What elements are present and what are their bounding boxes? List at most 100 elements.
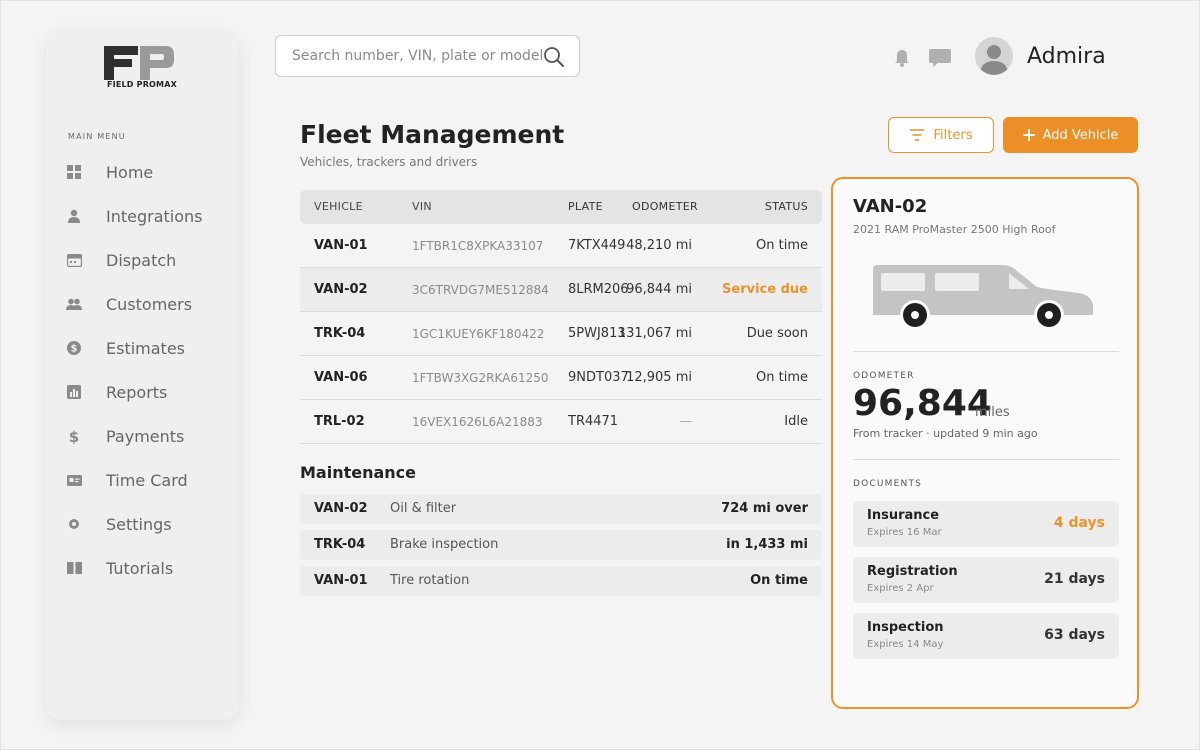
dollar-icon: $ (66, 428, 82, 444)
documents-list: Insurance Expires 16 Mar 4 days Registra… (853, 501, 1119, 669)
cell-vehicle: TRL-02 (314, 414, 365, 429)
table-row[interactable]: VAN-01 1FTBR1C8XPKA33107 7KTX449 48,210 … (300, 224, 822, 268)
column-header-vin[interactable]: VIN (412, 190, 432, 224)
detail-title: VAN-02 (853, 196, 928, 217)
cell-status: Due soon (746, 326, 808, 341)
sidebar-item-label: Tutorials (106, 558, 174, 578)
cell-status: Service due (722, 282, 808, 297)
cell-odometer: 12,905 mi (626, 370, 692, 385)
cell-vehicle: VAN-02 (314, 282, 368, 297)
cell-vehicle: VAN-01 (314, 238, 368, 253)
menu-heading: MAIN MENU (68, 132, 126, 141)
maintenance-title: Maintenance (300, 463, 417, 482)
filters-label: Filters (933, 127, 973, 143)
cell-status: Idle (784, 414, 808, 429)
maintenance-status: in 1,433 mi (726, 537, 808, 552)
sidebar-item-label: Estimates (106, 338, 186, 358)
maintenance-item[interactable]: VAN-02 Oil & filter 724 mi over (300, 494, 822, 524)
filters-button[interactable]: Filters (888, 117, 994, 153)
sidebar-item-label: Dispatch (106, 250, 177, 270)
table-row-selected[interactable]: VAN-02 3C6TRVDG7ME512884 8LRM206 96,844 … (300, 268, 822, 312)
search-bar (275, 35, 580, 77)
van-illustration (873, 265, 1093, 330)
search-icon[interactable] (543, 46, 565, 68)
cell-vin: 1GC1KUEY6KF180422 (412, 327, 545, 341)
cell-odometer: — (679, 414, 692, 429)
top-icons (894, 48, 952, 68)
user-icon (66, 208, 82, 224)
sidebar-item-payments[interactable]: $ Payments (46, 414, 238, 458)
sidebar-item-label: Settings (106, 514, 172, 534)
cell-vin: 1FTBR1C8XPKA33107 (412, 239, 544, 253)
sidebar-item-label: Home (106, 162, 154, 182)
sidebar-item-label: Time Card (106, 470, 188, 490)
sidebar-item-settings[interactable]: Settings (46, 502, 238, 546)
logo-text: FIELD PROMAX (107, 80, 177, 89)
sidebar-item-home[interactable]: Home (46, 150, 238, 194)
document-expiry: Expires 2 Apr (867, 583, 934, 594)
user-menu[interactable]: Admira (975, 37, 1106, 75)
maintenance-status: On time (750, 573, 808, 588)
cell-odometer: 131,067 mi (617, 326, 692, 341)
document-item-registration[interactable]: Registration Expires 2 Apr 21 days (853, 557, 1119, 603)
odometer-unit: miles (975, 405, 1010, 420)
document-name: Registration (867, 564, 958, 579)
calendar-icon (66, 252, 82, 268)
divider (853, 351, 1119, 352)
cell-vin: 16VEX1626L6A21883 (412, 415, 543, 429)
document-days: 4 days (1053, 515, 1105, 531)
user-name: Admira (1027, 43, 1106, 69)
dollar-circle-icon: $ (66, 340, 82, 356)
bar-chart-icon (66, 384, 82, 400)
maintenance-list: VAN-02 Oil & filter 724 mi over TRK-04 B… (300, 494, 822, 602)
main-menu: Home Integrations Dispatch Customers $ E… (46, 150, 238, 590)
column-header-status[interactable]: STATUS (765, 190, 808, 224)
sidebar-item-tutorials[interactable]: Tutorials (46, 546, 238, 590)
odometer-note: From tracker · updated 9 min ago (853, 427, 1038, 440)
maintenance-vehicle: VAN-01 (314, 573, 368, 588)
sidebar-item-estimates[interactable]: $ Estimates (46, 326, 238, 370)
maintenance-vehicle: TRK-04 (314, 537, 366, 552)
book-icon (66, 560, 82, 576)
odometer-label: ODOMETER (853, 371, 915, 381)
avatar (975, 37, 1013, 75)
sidebar-item-dispatch[interactable]: Dispatch (46, 238, 238, 282)
table-row[interactable]: VAN-06 1FTBW3XG2RKA61250 9NDT037 12,905 … (300, 356, 822, 400)
column-header-vehicle[interactable]: VEHICLE (314, 190, 363, 224)
maintenance-status: 724 mi over (721, 501, 808, 516)
odometer-value: 96,844 (853, 383, 992, 424)
sidebar-item-label: Customers (106, 294, 193, 314)
document-days: 63 days (1044, 627, 1105, 643)
bell-icon[interactable] (894, 48, 910, 68)
maintenance-item[interactable]: TRK-04 Brake inspection in 1,433 mi (300, 530, 822, 560)
maintenance-item[interactable]: VAN-01 Tire rotation On time (300, 566, 822, 596)
search-input[interactable] (292, 48, 542, 64)
cell-plate: 7KTX449 (568, 238, 626, 253)
sidebar: FIELD PROMAX MAIN MENU Home Integrations… (46, 30, 238, 720)
cell-vin: 3C6TRVDG7ME512884 (412, 283, 549, 297)
column-header-odometer[interactable]: ODOMETER (632, 190, 698, 224)
vehicle-detail-panel: VAN-02 2021 RAM ProMaster 2500 High Roof… (831, 177, 1139, 709)
sidebar-item-reports[interactable]: Reports (46, 370, 238, 414)
gear-icon (66, 516, 82, 532)
maintenance-vehicle: VAN-02 (314, 501, 368, 516)
grid-icon (66, 164, 82, 180)
document-item-insurance[interactable]: Insurance Expires 16 Mar 4 days (853, 501, 1119, 547)
cell-plate: 9NDT037 (568, 370, 629, 385)
table-row[interactable]: TRL-02 16VEX1626L6A21883 TR4471 — Idle (300, 400, 822, 444)
users-icon (66, 296, 82, 312)
document-days: 21 days (1044, 571, 1105, 587)
table-row[interactable]: TRK-04 1GC1KUEY6KF180422 5PWJ813 131,067… (300, 312, 822, 356)
sidebar-item-customers[interactable]: Customers (46, 282, 238, 326)
table-header: VEHICLE VIN PLATE ODOMETER STATUS (300, 190, 822, 224)
column-header-plate[interactable]: PLATE (568, 190, 603, 224)
document-expiry: Expires 14 May (867, 639, 944, 650)
add-vehicle-button[interactable]: Add Vehicle (1003, 117, 1138, 153)
sidebar-item-time-card[interactable]: Time Card (46, 458, 238, 502)
divider (853, 459, 1119, 460)
document-item-inspection[interactable]: Inspection Expires 14 May 63 days (853, 613, 1119, 659)
filter-icon (909, 129, 924, 141)
sidebar-item-integrations[interactable]: Integrations (46, 194, 238, 238)
documents-label: DOCUMENTS (853, 479, 923, 489)
chat-icon[interactable] (928, 48, 952, 68)
